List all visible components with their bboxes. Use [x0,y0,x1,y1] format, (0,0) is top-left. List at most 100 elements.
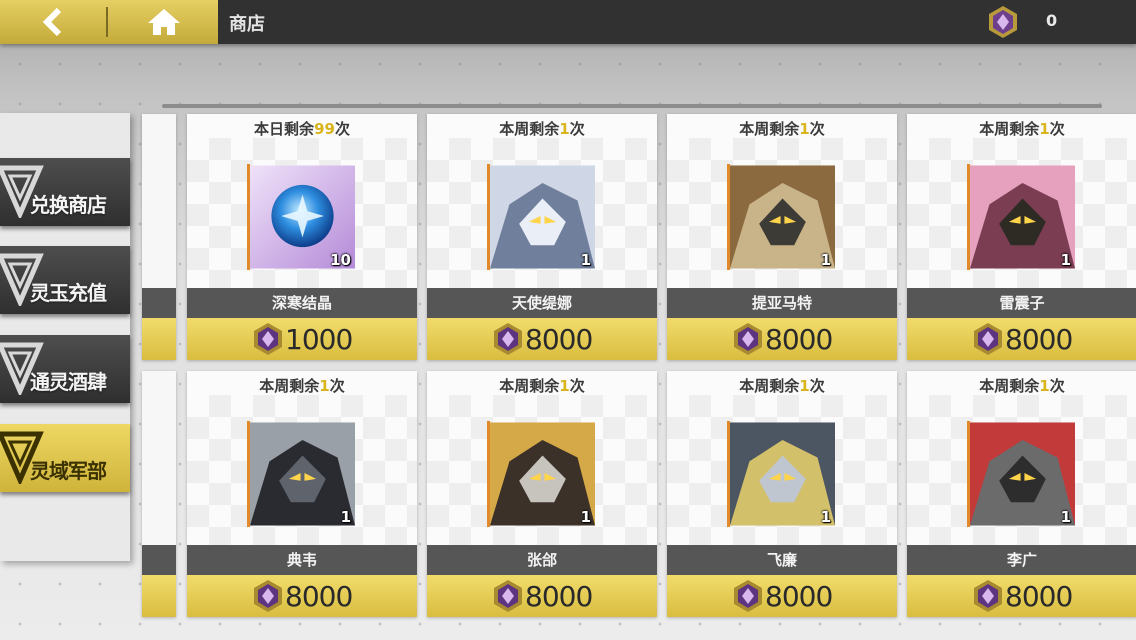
purchase-limit-label: 本周剩余1次 [667,114,897,144]
limit-count: 1 [1039,377,1050,395]
item-quantity: 10 [330,251,351,269]
item-thumbnail[interactable]: 1 [727,164,835,270]
hero-portrait-icon [730,422,835,526]
shop-item-card[interactable]: 本周剩余1次 1 典韦 8000 [187,371,417,617]
back-button[interactable] [0,0,106,44]
limit-prefix: 本周剩余 [979,120,1040,138]
shop-item-card[interactable]: 本周剩余1次 1 李广 8000 [907,371,1136,617]
limit-suffix: 次 [569,120,585,138]
limit-suffix: 次 [1049,120,1065,138]
limit-suffix: 次 [1049,377,1065,395]
item-name: 雷震子 [907,288,1136,318]
shop-item-card[interactable]: 本周剩余1次 1 天使缇娜 8000 [427,114,657,360]
tab-exchange-shop[interactable]: 兑换商店 [0,158,130,226]
tab-label: 灵玉充值 [30,281,107,305]
item-price: 8000 [765,580,833,613]
item-quantity: 1 [1060,508,1071,526]
item-quantity: 1 [580,251,591,269]
item-name: 天使缇娜 [427,288,657,318]
partial-item-card[interactable] [142,371,176,617]
limit-suffix: 次 [809,120,825,138]
item-thumbnail[interactable]: 1 [967,421,1075,527]
item-price: 8000 [1005,580,1073,613]
partial-item-card[interactable] [142,114,176,360]
nav-divider [106,7,108,37]
item-name: 提亚马特 [667,288,897,318]
limit-count: 1 [559,377,570,395]
shop-item-card[interactable]: 本周剩余1次 1 提亚马特 8000 [667,114,897,360]
buy-button[interactable]: 8000 [907,318,1136,360]
buy-button[interactable]: 1000 [187,318,417,360]
item-quantity: 1 [820,251,831,269]
item-thumbnail[interactable]: 1 [487,421,595,527]
limit-count: 1 [1039,120,1050,138]
hero-portrait-icon [490,165,595,269]
home-button[interactable] [110,0,218,44]
hero-portrait-icon [970,165,1075,269]
purple-gem-icon [254,323,282,355]
buy-button[interactable]: 8000 [427,318,657,360]
buy-button[interactable]: 8000 [427,575,657,617]
purple-gem-icon [734,323,762,355]
shop-category-sidebar: 兑换商店 灵玉充值 通灵酒肆 灵域军部 [0,113,130,561]
purchase-limit-label: 本周剩余1次 [907,371,1136,401]
currency-amount: 0 [1046,11,1058,30]
limit-prefix: 本周剩余 [739,377,800,395]
buy-button[interactable]: 8000 [667,575,897,617]
purple-gem-icon [734,580,762,612]
item-price: 8000 [285,580,353,613]
limit-suffix: 次 [569,377,585,395]
purchase-limit-label: 本周剩余1次 [427,114,657,144]
item-quantity: 1 [340,508,351,526]
item-thumbnail[interactable]: 1 [487,164,595,270]
item-price: 8000 [1005,323,1073,356]
item-price: 1000 [285,323,353,356]
tab-label: 灵域军部 [30,459,107,483]
purchase-limit-label: 本周剩余1次 [427,371,657,401]
item-thumbnail[interactable]: 1 [967,164,1075,270]
shop-item-card[interactable]: 本日剩余99次 10 深寒结晶 1000 [187,114,417,360]
item-price: 8000 [525,323,593,356]
item-name: 李广 [907,545,1136,575]
page-title: 商店 [229,14,265,35]
hero-portrait-icon [490,422,595,526]
limit-prefix: 本周剩余 [739,120,800,138]
shop-item-card[interactable]: 本周剩余1次 1 张郃 8000 [427,371,657,617]
item-name: 典韦 [187,545,417,575]
item-thumbnail[interactable]: 10 [247,164,355,270]
limit-prefix: 本日剩余 [254,120,315,138]
purple-gem-icon [974,323,1002,355]
tab-jade-recharge[interactable]: 灵玉充值 [0,246,130,314]
purple-gem-icon [494,323,522,355]
shop-item-card[interactable]: 本周剩余1次 1 飞廉 8000 [667,371,897,617]
item-name: 飞廉 [667,545,897,575]
item-thumbnail[interactable]: 1 [727,421,835,527]
limit-count: 1 [799,120,810,138]
buy-button[interactable]: 8000 [907,575,1136,617]
limit-count: 1 [799,377,810,395]
item-price: 8000 [765,323,833,356]
limit-suffix: 次 [329,377,345,395]
limit-prefix: 本周剩余 [259,377,320,395]
shop-item-card[interactable]: 本周剩余1次 1 雷震子 8000 [907,114,1136,360]
limit-count: 1 [559,120,570,138]
hero-portrait-icon [730,165,835,269]
tab-spirit-tavern[interactable]: 通灵酒肆 [0,335,130,403]
purchase-limit-label: 本日剩余99次 [187,114,417,144]
item-quantity: 1 [820,508,831,526]
buy-button[interactable]: 8000 [187,575,417,617]
buy-button[interactable]: 8000 [667,318,897,360]
hero-portrait-icon [250,422,355,526]
limit-count: 1 [319,377,330,395]
limit-prefix: 本周剩余 [499,120,560,138]
purchase-limit-label: 本周剩余1次 [667,371,897,401]
top-bar: 商店 0 [0,0,1136,44]
item-quantity: 1 [580,508,591,526]
item-thumbnail[interactable]: 1 [247,421,355,527]
tab-label: 通灵酒肆 [30,370,107,394]
purchase-limit-label: 本周剩余1次 [187,371,417,401]
tab-military-dept[interactable]: 灵域军部 [0,424,130,492]
limit-suffix: 次 [334,120,350,138]
purple-gem-icon [494,580,522,612]
limit-prefix: 本周剩余 [979,377,1040,395]
